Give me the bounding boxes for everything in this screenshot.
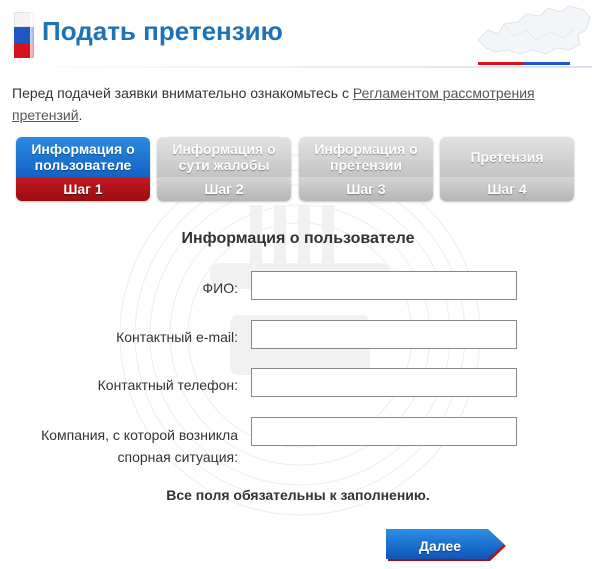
step-tabs: Информация о пользователе Шаг 1 Информац… bbox=[16, 137, 576, 201]
intro-suffix: . bbox=[78, 107, 83, 123]
step-2-title: Информация о сути жалобы bbox=[157, 137, 291, 177]
required-fields-note: Все поля обязательны к заполнению. bbox=[166, 487, 430, 503]
russia-map-icon bbox=[477, 5, 591, 55]
step-3-title: Информация о претензии bbox=[299, 137, 433, 177]
step-tab-3[interactable]: Информация о претензии Шаг 3 bbox=[299, 137, 433, 201]
step-1-label: Шаг 1 bbox=[16, 177, 150, 201]
phone-label: Контактный телефон: bbox=[97, 377, 238, 393]
step-1-title: Информация о пользователе bbox=[16, 137, 150, 177]
page-header: Подать претензию bbox=[0, 0, 592, 68]
header-divider bbox=[0, 66, 592, 68]
flag-shine-decoration bbox=[30, 8, 42, 62]
next-button-label: Далее bbox=[418, 538, 462, 554]
fio-label: ФИО: bbox=[202, 280, 239, 296]
phone-input[interactable] bbox=[251, 368, 517, 397]
next-button[interactable]: Далее bbox=[384, 527, 508, 565]
fio-input[interactable] bbox=[251, 271, 517, 300]
company-label-line1: Компания, с которой возникла bbox=[41, 427, 238, 443]
step-4-label: Шаг 4 bbox=[440, 177, 574, 201]
intro-lead: Перед подачей заявки внимательно ознаком… bbox=[12, 85, 353, 101]
step-tab-4[interactable]: Претензия Шаг 4 bbox=[440, 137, 574, 201]
page-title: Подать претензию bbox=[42, 16, 283, 46]
step-tab-2[interactable]: Информация о сути жалобы Шаг 2 bbox=[157, 137, 291, 201]
step-3-label: Шаг 3 bbox=[299, 177, 433, 201]
form-title: Информация о пользователе bbox=[181, 230, 415, 247]
company-input[interactable] bbox=[251, 417, 517, 446]
step-2-label: Шаг 2 bbox=[157, 177, 291, 201]
email-input[interactable] bbox=[251, 320, 517, 349]
intro-text: Перед подачей заявки внимательно ознаком… bbox=[12, 82, 584, 126]
email-label: Контактный e-mail: bbox=[116, 329, 238, 345]
header-blue-accent bbox=[524, 62, 570, 65]
step-tab-1[interactable]: Информация о пользователе Шаг 1 bbox=[16, 137, 150, 201]
company-label: Компания, с которой возникла спорная сит… bbox=[41, 424, 238, 468]
header-red-accent bbox=[478, 62, 524, 65]
company-label-line2: спорная ситуация: bbox=[117, 449, 238, 465]
step-4-title: Претензия bbox=[440, 137, 574, 177]
